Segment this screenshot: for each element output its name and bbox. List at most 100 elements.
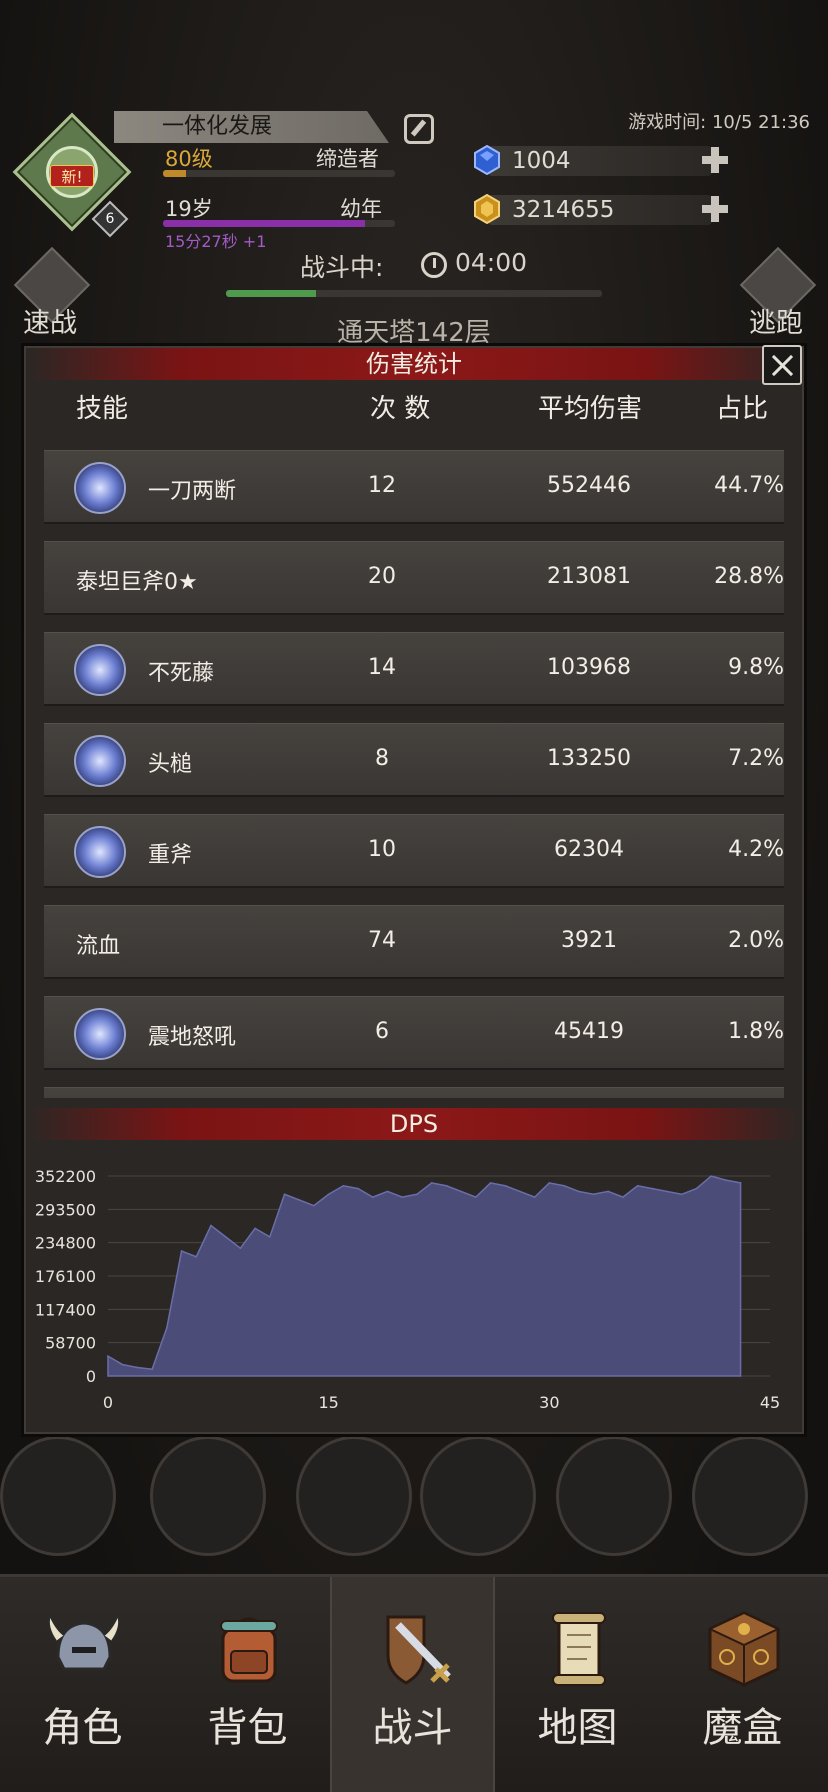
- skill-name: 一刀两断: [148, 479, 237, 504]
- skill-name: 流血: [76, 934, 121, 959]
- y-tick-label: 293500: [35, 1200, 96, 1219]
- nav-battle[interactable]: 战斗: [330, 1577, 495, 1792]
- table-row[interactable]: 震地怒吼 6 45419 1.8%: [44, 996, 784, 1070]
- table-row[interactable]: 不死藤 14 103968 9.8%: [44, 632, 784, 706]
- table-row[interactable]: 头槌 8 133250 7.2%: [44, 723, 784, 797]
- headbutt-icon: [74, 735, 126, 787]
- table-row[interactable]: 一刀两断 12 552446 44.7%: [44, 450, 784, 524]
- hit-count: 14: [368, 655, 396, 680]
- dps-point: [548, 1182, 551, 1184]
- dps-area-series: [107, 1175, 742, 1377]
- dps-point: [298, 1199, 301, 1201]
- dps-point: [357, 1187, 359, 1190]
- nav-label: 战斗: [372, 1705, 453, 1751]
- panel-title: 伤害统计: [26, 348, 802, 380]
- x-tick-label: 45: [760, 1393, 780, 1412]
- helmet-icon: [47, 1612, 121, 1671]
- dps-point: [313, 1204, 315, 1207]
- table-row[interactable]: 流血 74 3921 2.0%: [44, 905, 784, 979]
- hit-count: 10: [368, 837, 396, 862]
- dps-point: [430, 1182, 433, 1184]
- avg-damage: 45419: [554, 1019, 624, 1044]
- bottom-nav: 角色 背包 战斗 地图 魔盒: [0, 1574, 828, 1792]
- blade-slash-icon: [74, 462, 126, 514]
- level-progress-bar: [163, 170, 395, 177]
- backpack-icon: [220, 1617, 278, 1683]
- skill-slot[interactable]: [420, 1436, 536, 1556]
- damage-table[interactable]: 一刀两断 12 552446 44.7% 泰坦巨斧0★ 20 213081 28…: [44, 450, 812, 1098]
- x-tick-label: 15: [318, 1393, 338, 1412]
- nav-label: 魔盒: [702, 1705, 783, 1751]
- skill-name: 头槌: [148, 752, 193, 777]
- gold-coin-icon: [474, 194, 500, 224]
- dps-point: [680, 1193, 683, 1196]
- nav-magic-box[interactable]: 魔盒: [660, 1577, 825, 1792]
- avg-damage: 62304: [554, 837, 624, 862]
- avg-damage: 213081: [547, 564, 631, 589]
- nav-map[interactable]: 地图: [495, 1577, 660, 1792]
- nav-character[interactable]: 角色: [0, 1577, 165, 1792]
- y-tick-label: 117400: [35, 1300, 96, 1319]
- dps-point: [592, 1193, 595, 1196]
- dps-point: [416, 1193, 418, 1196]
- avg-damage: 133250: [547, 746, 631, 771]
- dps-point: [210, 1224, 212, 1227]
- add-gold-icon[interactable]: [702, 196, 728, 222]
- nav-label: 地图: [537, 1705, 618, 1751]
- dps-point: [739, 1182, 742, 1184]
- table-row[interactable]: 重斧 10 62304 4.2%: [44, 814, 784, 888]
- dps-point: [577, 1190, 580, 1193]
- battle-status: 战斗中:: [300, 253, 384, 282]
- dps-point: [563, 1184, 565, 1187]
- gem-count: 1004: [512, 148, 571, 174]
- damage-percent: 28.8%: [714, 564, 784, 589]
- y-tick-label: 234800: [35, 1234, 96, 1253]
- table-row[interactable]: 泰坦巨斧0★ 20 213081 28.8%: [44, 541, 784, 615]
- battle-time: 04:00: [455, 248, 528, 277]
- column-percent: 占比: [716, 394, 769, 424]
- tower-floor-title: 通天塔142层: [337, 318, 491, 348]
- skill-slot[interactable]: [692, 1436, 808, 1556]
- edit-icon[interactable]: [404, 114, 434, 144]
- age-label: 19岁: [165, 197, 213, 221]
- add-gems-icon[interactable]: [702, 147, 728, 173]
- dps-point: [489, 1182, 492, 1184]
- gold-counter: 3214655: [488, 195, 712, 225]
- dps-point: [636, 1184, 639, 1187]
- game-time: 游戏时间: 10/5 21:36: [628, 112, 810, 133]
- age-progress-fill: [163, 220, 365, 227]
- dps-chart-title: DPS: [26, 1108, 802, 1140]
- enemy-orb: [150, 1436, 266, 1556]
- nav-label: 背包: [207, 1705, 288, 1751]
- damage-percent: 9.8%: [728, 655, 784, 680]
- damage-percent: 4.2%: [728, 837, 784, 862]
- dps-point: [651, 1187, 654, 1190]
- stopwatch-icon: [421, 252, 447, 278]
- battle-progress-bar: [226, 290, 602, 297]
- dps-chart: 352200 293500 234800 176100 117400 58700 00 15 3…: [35, 1167, 780, 1412]
- skill-slot[interactable]: [556, 1436, 672, 1556]
- dps-point: [195, 1255, 198, 1258]
- avg-damage: 3921: [561, 928, 617, 953]
- dps-point: [151, 1368, 153, 1370]
- dps-point: [327, 1193, 330, 1196]
- blue-gem-icon: [474, 145, 500, 175]
- nav-backpack[interactable]: 背包: [165, 1577, 330, 1792]
- level-label: 80级: [165, 147, 213, 171]
- magic-box-icon: [707, 1611, 781, 1687]
- skill-slot[interactable]: [296, 1436, 412, 1556]
- damage-percent: 1.8%: [728, 1019, 784, 1044]
- close-icon[interactable]: [762, 345, 802, 385]
- dps-point: [269, 1236, 271, 1238]
- dps-point: [342, 1184, 345, 1187]
- y-tick-label: 352200: [35, 1167, 96, 1186]
- table-row[interactable]: [44, 1087, 784, 1098]
- damage-stats-panel: 伤害统计 技能 次 数 平均伤害 占比 一刀两断 12 552446 44.7%…: [24, 345, 804, 1434]
- dps-point: [460, 1190, 462, 1193]
- hit-count: 6: [375, 1019, 389, 1044]
- skill-name: 泰坦巨斧0★: [76, 570, 198, 595]
- dps-point: [445, 1184, 448, 1187]
- dps-point: [474, 1196, 477, 1198]
- hit-count: 8: [375, 746, 389, 771]
- x-tick-label: 0: [103, 1393, 113, 1412]
